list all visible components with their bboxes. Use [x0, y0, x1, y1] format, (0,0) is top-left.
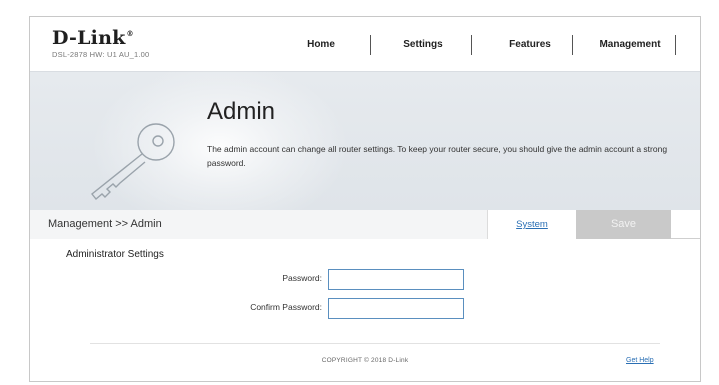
- key-icon: [91, 123, 175, 200]
- footer-divider: [90, 343, 660, 344]
- nav-divider: [471, 35, 472, 55]
- password-field[interactable]: [328, 269, 464, 290]
- page-title: Admin: [207, 98, 276, 125]
- nav-features[interactable]: Features: [490, 35, 570, 55]
- confirm-password-field[interactable]: [328, 298, 464, 319]
- page-description: The admin account can change all router …: [207, 144, 668, 168]
- breadcrumb: Management >> Admin: [48, 218, 162, 230]
- nav-divider: [572, 35, 573, 55]
- nav-home[interactable]: Home: [286, 35, 356, 55]
- confirm-password-label: Confirm Password:: [250, 302, 322, 312]
- nav-divider: [675, 35, 676, 55]
- nav-divider: [370, 35, 371, 55]
- admin-banner: Admin The admin account can change all r…: [30, 62, 700, 232]
- nav-settings[interactable]: Settings: [388, 35, 458, 55]
- password-label: Password:: [282, 273, 322, 283]
- copyright-text: COPYRIGHT © 2018 D-Link: [321, 357, 409, 364]
- main-nav: Home Settings Features Management: [30, 35, 700, 55]
- toolbar: Management >> Admin System Save: [30, 210, 700, 239]
- router-admin-window: D-Link® DSL-2878 HW: U1 AU_1.00 Home Set…: [29, 16, 701, 382]
- nav-management[interactable]: Management: [585, 35, 675, 55]
- get-help-link[interactable]: Get Help: [626, 357, 654, 364]
- save-button[interactable]: Save: [576, 210, 671, 239]
- system-link[interactable]: System: [487, 210, 576, 239]
- section-title: Administrator Settings: [66, 249, 164, 260]
